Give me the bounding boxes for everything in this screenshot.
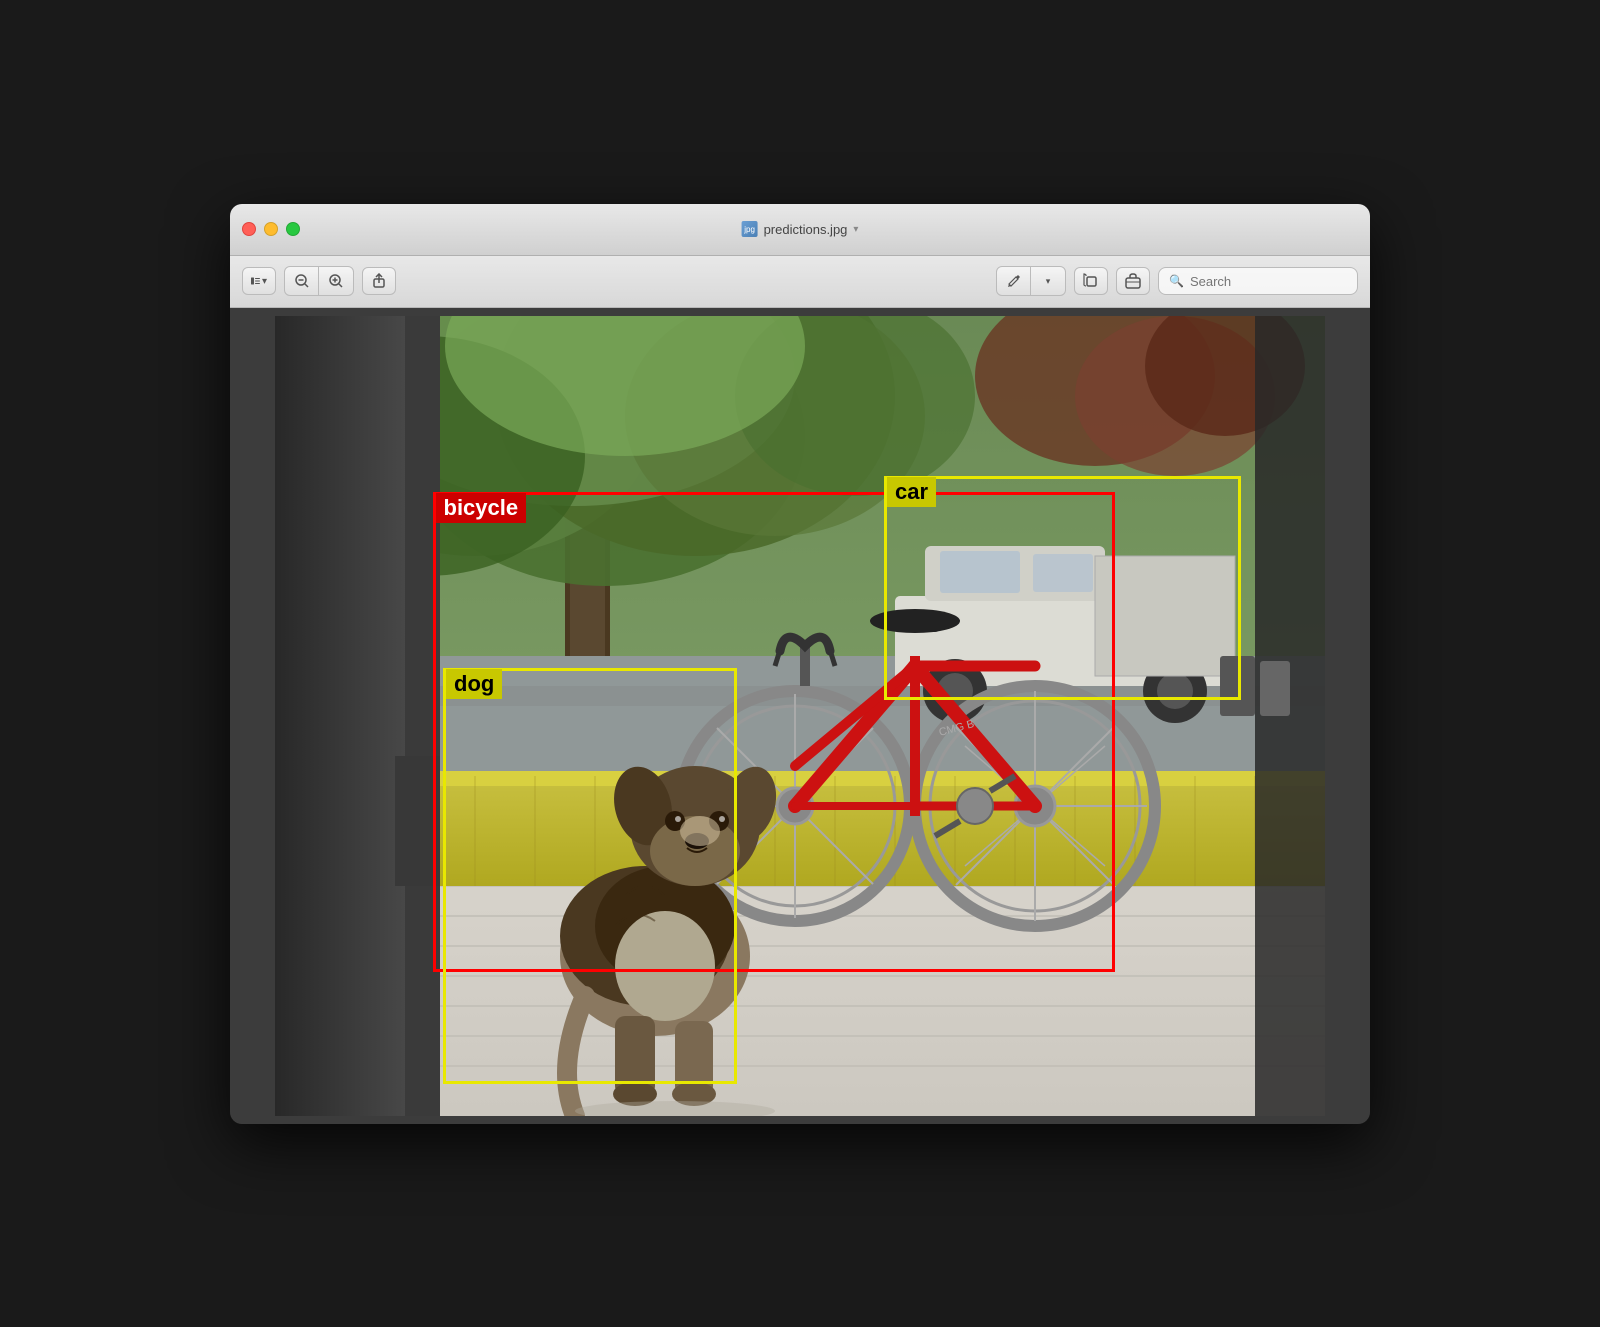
briefcase-icon: [1125, 273, 1141, 289]
annotate-button[interactable]: [997, 267, 1031, 295]
annotate-chevron-icon: ▾: [1046, 276, 1051, 287]
image-wrapper: CMG B: [275, 316, 1325, 1116]
zoom-out-icon: [295, 274, 309, 288]
tools-button[interactable]: [1116, 267, 1150, 295]
window-title-area: jpg predictions.jpg ▾: [742, 221, 859, 237]
scene-image: CMG B: [275, 316, 1325, 1116]
zoom-out-button[interactable]: [285, 267, 319, 295]
annotate-tools: ▾: [996, 266, 1066, 296]
title-chevron-icon[interactable]: ▾: [853, 224, 858, 235]
pencil-icon: [1007, 274, 1021, 288]
zoom-in-icon: [329, 274, 343, 288]
annotate-chevron-button[interactable]: ▾: [1031, 267, 1065, 295]
share-button[interactable]: [362, 267, 396, 295]
zoom-controls: [284, 266, 354, 296]
search-box[interactable]: 🔍: [1158, 267, 1358, 295]
sidebar-icon: [251, 274, 260, 288]
titlebar: jpg predictions.jpg ▾: [230, 204, 1370, 256]
close-button[interactable]: [242, 222, 256, 236]
copy-icon: [1083, 273, 1099, 289]
zoom-in-button[interactable]: [319, 267, 353, 295]
toolbar: ▾: [230, 256, 1370, 308]
minimize-button[interactable]: [264, 222, 278, 236]
search-icon: 🔍: [1169, 274, 1184, 288]
file-icon: jpg: [742, 221, 758, 237]
sidebar-toggle-button[interactable]: ▾: [242, 267, 276, 295]
share-icon: [371, 273, 387, 289]
main-window: jpg predictions.jpg ▾ ▾: [230, 204, 1370, 1124]
search-input[interactable]: [1190, 274, 1347, 289]
window-title: predictions.jpg: [764, 222, 848, 237]
image-container: CMG B: [230, 308, 1370, 1124]
copy-button[interactable]: [1074, 267, 1108, 295]
maximize-button[interactable]: [286, 222, 300, 236]
sidebar-chevron-icon: ▾: [262, 276, 267, 287]
traffic-lights: [242, 222, 300, 236]
